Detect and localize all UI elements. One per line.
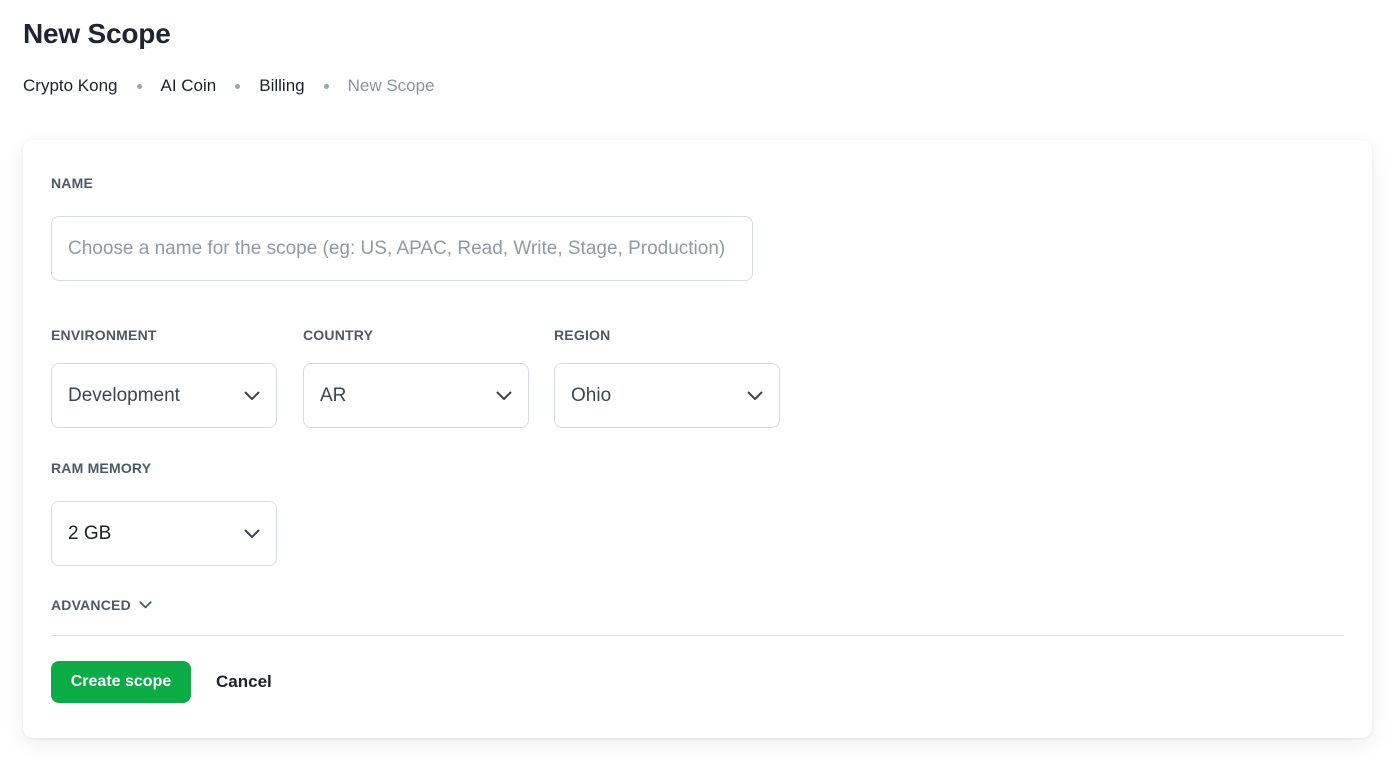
- country-label: COUNTRY: [303, 327, 374, 343]
- new-scope-page: New Scope Crypto Kong AI Coin Billing Ne…: [0, 0, 1400, 775]
- breadcrumb-separator-dot: [323, 83, 329, 89]
- chevron-down-icon: [496, 391, 512, 400]
- chevron-down-icon: [244, 391, 260, 400]
- breadcrumb-item-crypto-kong[interactable]: Crypto Kong: [23, 76, 118, 96]
- region-label: REGION: [554, 327, 611, 343]
- create-scope-button[interactable]: Create scope: [51, 661, 191, 703]
- ram-memory-label: RAM MEMORY: [51, 460, 152, 476]
- country-select-value: AR: [320, 384, 347, 406]
- environment-label: ENVIRONMENT: [51, 327, 157, 343]
- environment-select[interactable]: Development: [51, 363, 277, 428]
- ram-memory-select[interactable]: 2 GB: [51, 501, 277, 566]
- region-select-value: Ohio: [571, 384, 612, 406]
- breadcrumb-separator-dot: [235, 83, 241, 89]
- scope-name-input[interactable]: [51, 216, 753, 281]
- advanced-toggle[interactable]: ADVANCED: [51, 597, 152, 613]
- cancel-button[interactable]: Cancel: [208, 661, 280, 703]
- breadcrumb-item-current: New Scope: [347, 76, 435, 95]
- environment-select-value: Development: [68, 384, 180, 406]
- name-label: NAME: [51, 175, 94, 191]
- breadcrumb-item-ai-coin[interactable]: AI Coin: [161, 76, 217, 96]
- chevron-down-icon: [747, 391, 763, 400]
- chevron-down-icon: [139, 601, 152, 609]
- advanced-label: ADVANCED: [51, 597, 131, 613]
- breadcrumb-separator-dot: [136, 83, 142, 89]
- chevron-down-icon: [244, 529, 260, 538]
- ram-memory-select-value: 2 GB: [68, 522, 112, 544]
- scope-form-card: NAME ENVIRONMENT Development COUNTRY AR …: [23, 140, 1372, 738]
- breadcrumb-item-billing[interactable]: Billing: [259, 76, 304, 96]
- country-select[interactable]: AR: [303, 363, 529, 428]
- page-title: New Scope: [23, 18, 171, 49]
- region-select[interactable]: Ohio: [554, 363, 780, 428]
- breadcrumb: Crypto Kong AI Coin Billing New Scope: [23, 76, 435, 96]
- form-divider: [51, 635, 1344, 636]
